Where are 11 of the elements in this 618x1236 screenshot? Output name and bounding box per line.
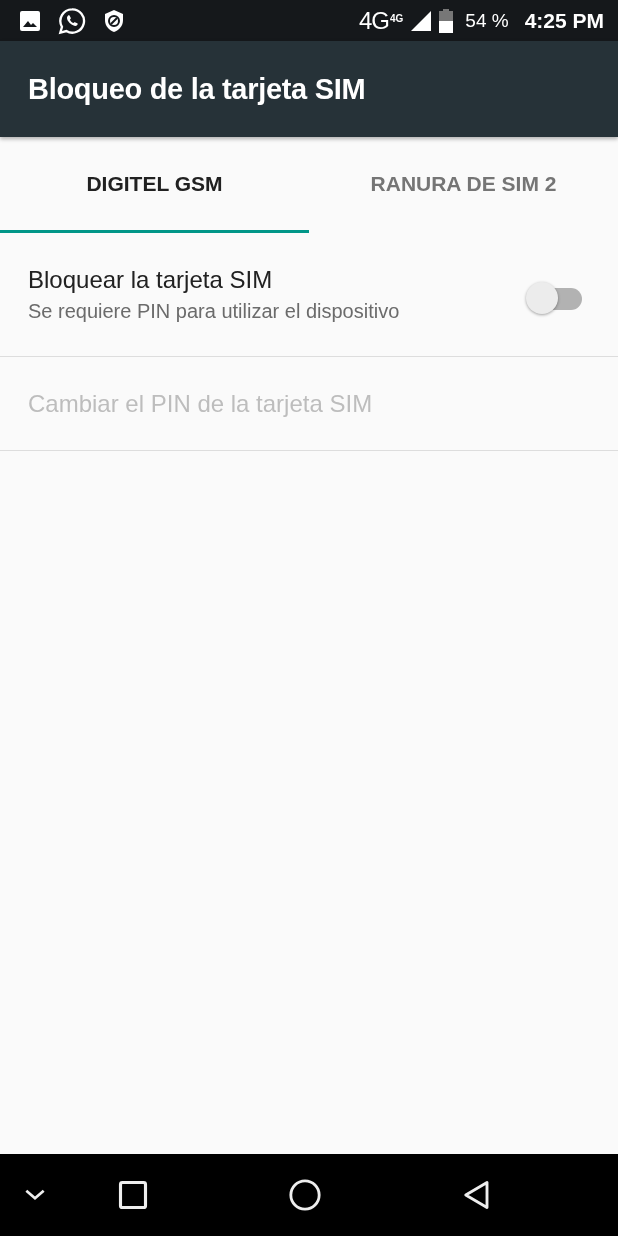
setting-title: Bloquear la tarjeta SIM [28, 266, 274, 294]
tab[interactable]: RANURA DE SIM 2 [309, 137, 618, 233]
tab[interactable]: DIGITEL GSM [0, 137, 309, 233]
clock: 4:25 PM [524, 8, 604, 33]
settings-row[interactable]: Bloquear la tarjeta SIM Se requiere PIN para utilizar el dispositivo [0, 233, 618, 357]
setting-title: Cambiar el PIN de la tarjeta SIM [28, 389, 374, 418]
network-type: 4G [358, 6, 389, 35]
battery-percent: 54 % [465, 9, 509, 32]
network-type-small: 4G [389, 12, 404, 24]
setting-summary: Se requiere PIN para utilizar el dispositivo [28, 300, 401, 323]
screen-title: Bloqueo de la tarjeta SIM [28, 72, 366, 106]
